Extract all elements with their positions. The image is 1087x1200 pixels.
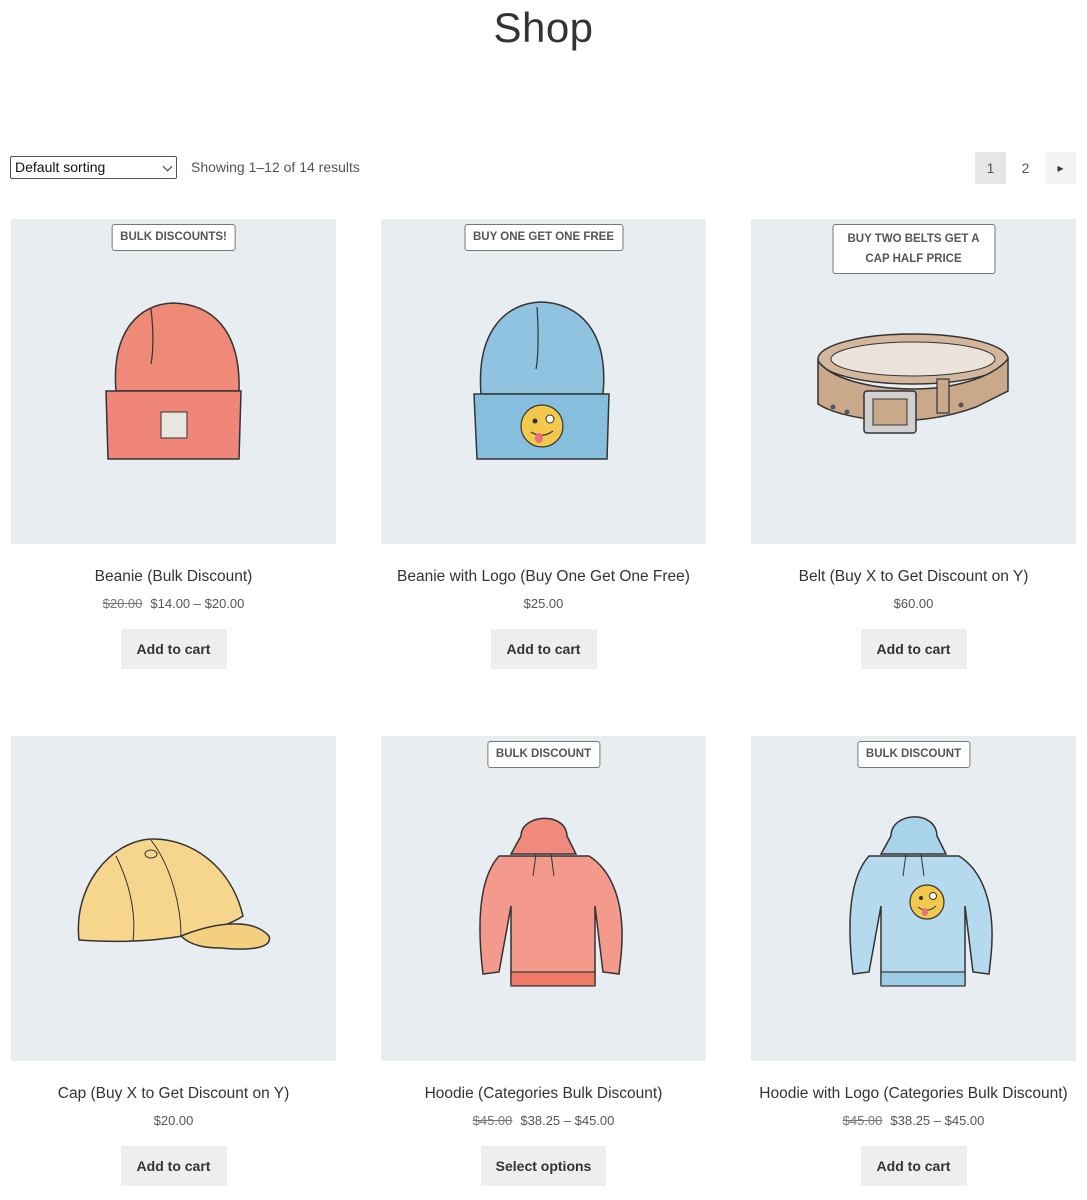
product-image[interactable]: Bulk Discounts! [11,219,336,544]
product-card: Bulk Discount Hoodie with Logo (Categori… [751,736,1076,1186]
result-count: Showing 1–12 of 14 results [191,159,360,175]
product-card: Cap (Buy X to Get Discount on Y) $20.00 … [11,736,336,1186]
product-title[interactable]: Beanie (Bulk Discount) [11,568,336,586]
add-to-cart-button[interactable]: Add to cart [860,629,967,669]
product-price: $45.00 $38.25 – $45.00 [751,1113,1076,1128]
promo-badge: Buy One Get One Free [463,224,624,251]
product-title[interactable]: Beanie with Logo (Buy One Get One Free) [381,568,706,586]
product-title[interactable]: Belt (Buy X to Get Discount on Y) [751,568,1076,586]
product-price: $20.00 $14.00 – $20.00 [11,596,336,611]
hoodie-red-image [479,817,623,987]
caret-right-icon: ▸ [1057,161,1064,175]
promo-badge: Buy Two Belts Get A Cap Half Price [832,224,995,274]
product-card: Buy One Get One Free Beanie with Logo (B… [381,219,706,669]
product-card: Buy Two Belts Get A Cap Half Price Belt … [751,219,1076,669]
hoodie-blue-logo-image [849,816,993,987]
promo-badge: Bulk Discounts! [111,224,236,251]
sort-select-value: Default sorting [15,159,106,175]
beanie-blue-logo-image [473,301,610,460]
promo-badge: Bulk Discount [486,741,601,768]
sort-select[interactable]: Default sorting [10,156,177,179]
product-image[interactable] [11,736,336,1061]
original-price: $45.00 [842,1113,883,1128]
cap-yellow-image [77,838,271,950]
product-title[interactable]: Hoodie with Logo (Categories Bulk Discou… [751,1085,1076,1103]
sale-price: $38.25 – $45.00 [890,1113,985,1128]
promo-badge: Bulk Discount [856,741,971,768]
add-to-cart-button[interactable]: Add to cart [120,629,227,669]
price: $20.00 [153,1113,194,1128]
beanie-orange-image [105,302,242,460]
select-options-button[interactable]: Select options [481,1146,606,1186]
product-image[interactable]: Bulk Discount [381,736,706,1061]
page-2-link[interactable]: 2 [1010,152,1041,184]
product-price: $20.00 [11,1113,336,1128]
product-price: $45.00 $38.25 – $45.00 [381,1113,706,1128]
add-to-cart-button[interactable]: Add to cart [120,1146,227,1186]
add-to-cart-button[interactable]: Add to cart [490,629,597,669]
add-to-cart-button[interactable]: Add to cart [860,1146,967,1186]
product-card: Bulk Discounts! Beanie (Bulk Discount) $… [11,219,336,669]
original-price: $45.00 [472,1113,513,1128]
product-title[interactable]: Hoodie (Categories Bulk Discount) [381,1085,706,1103]
next-page-button[interactable]: ▸ [1045,152,1076,184]
price: $25.00 [523,596,564,611]
shop-toolbar: Default sorting Showing 1–12 of 14 resul… [10,152,1076,184]
page-1-current: 1 [975,152,1006,184]
original-price: $20.00 [102,596,143,611]
product-image[interactable]: Buy One Get One Free [381,219,706,544]
page-title: Shop [493,4,594,51]
sale-price: $38.25 – $45.00 [520,1113,615,1128]
product-title[interactable]: Cap (Buy X to Get Discount on Y) [11,1085,336,1103]
product-price: $25.00 [381,596,706,611]
pagination: 1 2 ▸ [975,152,1076,184]
product-price: $60.00 [751,596,1076,611]
price: $60.00 [893,596,934,611]
sale-price: $14.00 – $20.00 [150,596,245,611]
product-image[interactable]: Buy Two Belts Get A Cap Half Price [751,219,1076,544]
product-card: Bulk Discount Hoodie (Categories Bulk Di… [381,736,706,1186]
product-image[interactable]: Bulk Discount [751,736,1076,1061]
chevron-down-icon [162,161,173,172]
